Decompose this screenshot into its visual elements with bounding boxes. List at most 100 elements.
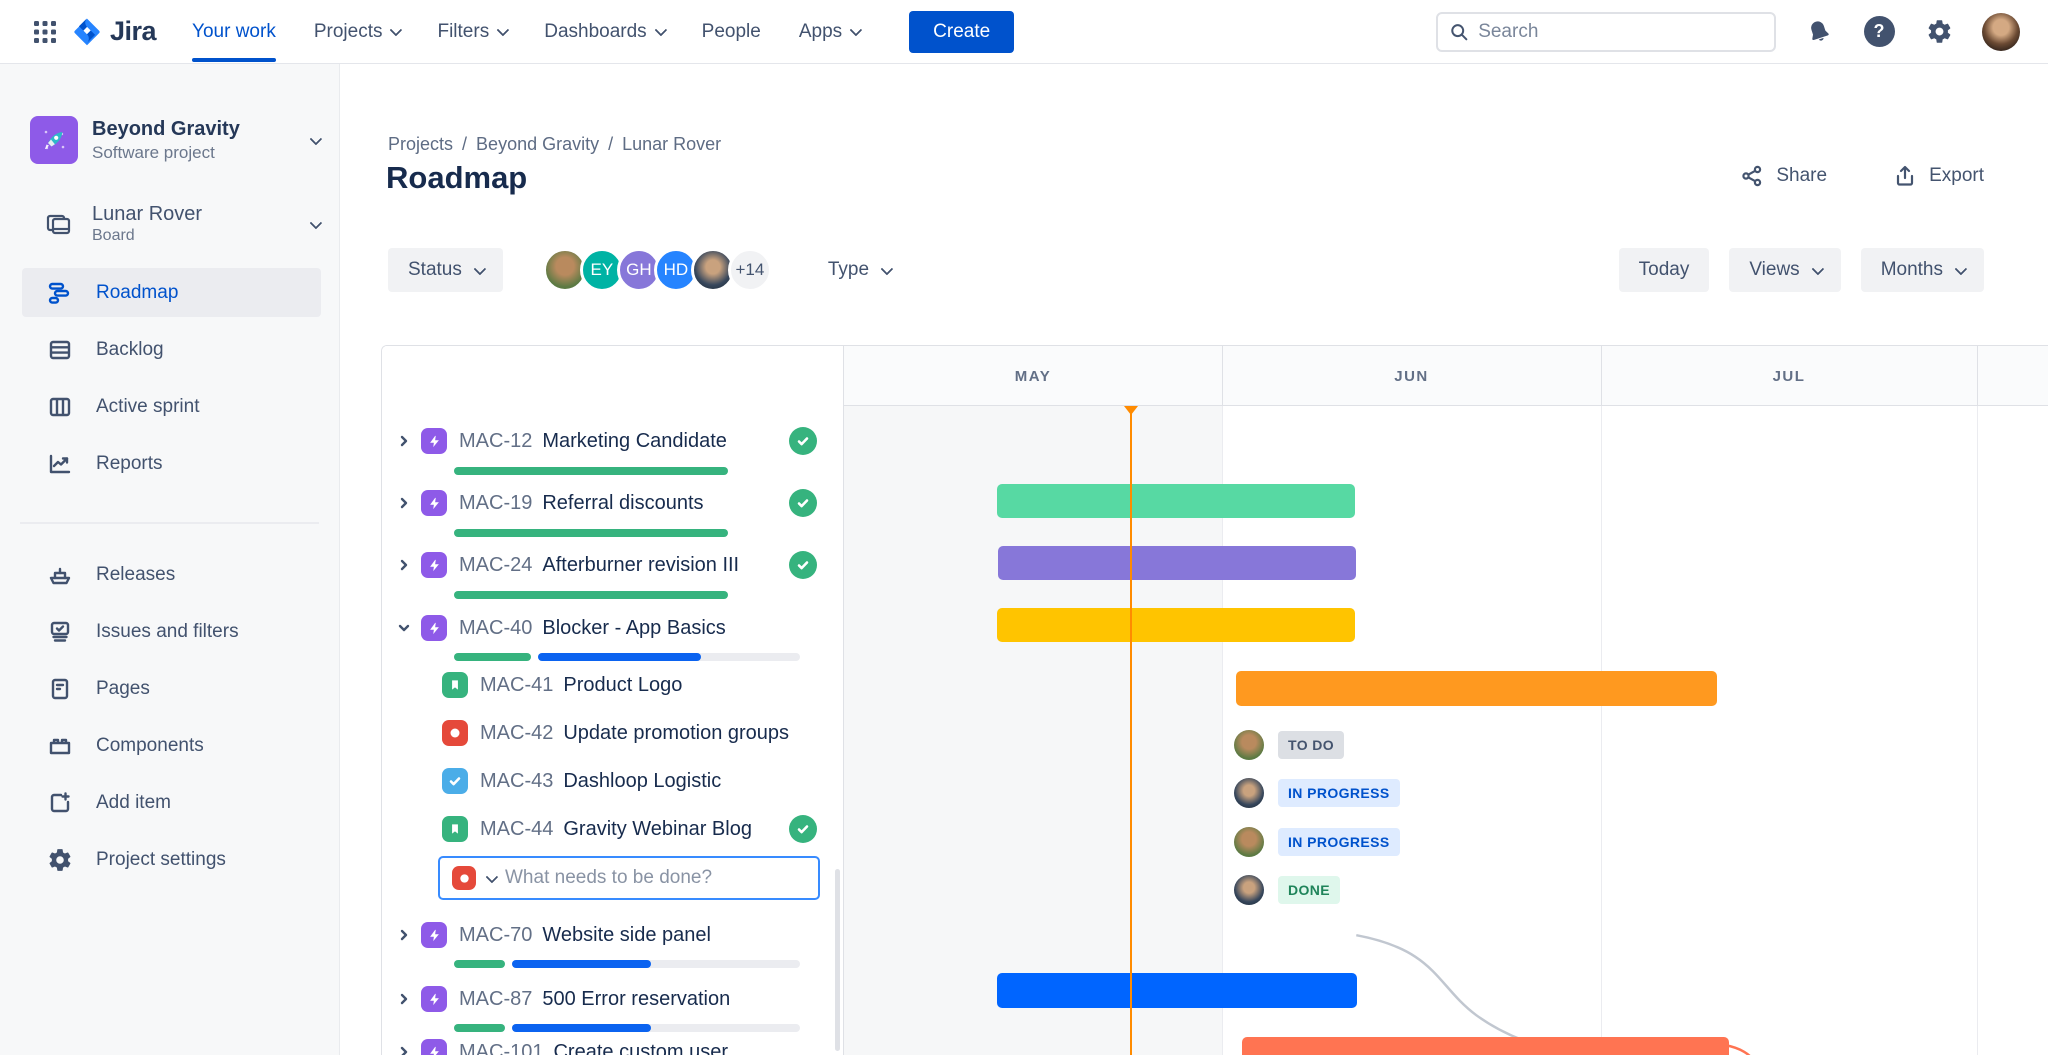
month-header-jul: JUL — [1772, 367, 1806, 385]
sidebar-item-components[interactable]: Components — [22, 721, 321, 770]
breadcrumb-project[interactable]: Beyond Gravity — [476, 134, 599, 155]
child-issue-row[interactable]: MAC-41 Product Logo — [382, 671, 843, 699]
jira-roadmap-app: Jira Your work Projects Filters Dashboar… — [0, 0, 2048, 1055]
board-type: Board — [92, 227, 135, 244]
brand-name: Jira — [110, 16, 157, 46]
epic-row[interactable]: MAC-12 Marketing Candidate — [382, 427, 843, 455]
board-name: Lunar Rover — [92, 203, 203, 225]
expand-chevron-right-icon[interactable] — [398, 435, 410, 447]
epic-progress-bar — [454, 467, 728, 475]
issue-title: Afterburner revision III — [542, 553, 740, 576]
sidebar-item-roadmap[interactable]: Roadmap — [22, 268, 321, 317]
issue-title: Product Logo — [563, 673, 683, 696]
sidebar-item-active-sprint[interactable]: Active sprint — [22, 382, 321, 431]
assignee-avatar[interactable] — [1234, 875, 1264, 905]
status-badge-done: DONE — [1278, 876, 1341, 904]
done-check-icon — [789, 489, 817, 517]
expand-chevron-right-icon[interactable] — [398, 993, 410, 1005]
expand-chevron-right-icon[interactable] — [398, 497, 410, 509]
settings-gear-icon[interactable] — [1922, 15, 1956, 49]
gantt-bar-mac-70[interactable] — [997, 973, 1357, 1008]
sidebar-item-pages[interactable]: Pages — [22, 664, 321, 713]
issues-filters-icon — [46, 619, 74, 645]
epic-row-expanded[interactable]: MAC-40 Blocker - App Basics — [382, 614, 843, 642]
sidebar-item-add-item[interactable]: Add item — [22, 778, 321, 827]
epic-progress-bar — [454, 1024, 800, 1032]
gantt-bar-mac-87[interactable] — [1242, 1037, 1729, 1055]
issue-key: MAC-24 — [459, 553, 533, 576]
epic-row[interactable]: MAC-24 Afterburner revision III — [382, 551, 843, 579]
nav-filters[interactable]: Filters — [437, 0, 510, 64]
global-search[interactable] — [1436, 11, 1776, 52]
epic-type-icon — [421, 986, 447, 1012]
status-filter-button[interactable]: Status — [388, 248, 503, 292]
done-check-icon — [789, 427, 817, 455]
issue-key: MAC-12 — [459, 429, 533, 452]
epic-row[interactable]: MAC-87 500 Error reservation — [382, 985, 843, 1013]
gantt-bar-mac-24[interactable] — [997, 608, 1355, 642]
sidebar-item-reports[interactable]: Reports — [22, 439, 321, 488]
expand-chevron-right-icon[interactable] — [398, 1046, 410, 1055]
sidebar-item-backlog[interactable]: Backlog — [22, 325, 321, 374]
child-issue-row[interactable]: MAC-43 Dashloop Logistic — [382, 767, 843, 795]
sidebar-item-project-settings[interactable]: Project settings — [22, 835, 321, 884]
nav-your-work[interactable]: Your work — [192, 0, 276, 64]
child-issue-row[interactable]: MAC-42 Update promotion groups — [382, 719, 843, 747]
gantt-bar-mac-40[interactable] — [1236, 671, 1717, 706]
create-issue-inline-form[interactable] — [438, 856, 820, 900]
sidebar-item-label: Releases — [96, 563, 176, 585]
issue-title: Create custom user — [553, 1040, 728, 1055]
panel-scrollbar[interactable] — [835, 869, 840, 1051]
breadcrumb-projects[interactable]: Projects — [388, 134, 453, 155]
type-filter-dropdown[interactable]: Type — [828, 259, 894, 281]
today-button[interactable]: Today — [1618, 248, 1710, 292]
assignee-avatar[interactable] — [1234, 827, 1264, 857]
issue-title: Update promotion groups — [563, 721, 790, 744]
epic-row[interactable]: MAC-19 Referral discounts — [382, 489, 843, 517]
child-issue-row[interactable]: MAC-44 Gravity Webinar Blog — [382, 815, 843, 843]
help-icon[interactable]: ? — [1862, 15, 1896, 49]
board-icon — [46, 214, 71, 235]
epic-row[interactable]: MAC-101 Create custom user — [382, 1038, 843, 1055]
breadcrumb-board[interactable]: Lunar Rover — [622, 134, 721, 155]
sidebar-item-releases[interactable]: Releases — [22, 550, 321, 599]
zoom-level-dropdown[interactable]: Months — [1860, 248, 1984, 292]
search-input[interactable] — [1478, 20, 1762, 43]
gantt-bar-mac-12[interactable] — [997, 484, 1355, 518]
jira-logo[interactable]: Jira — [72, 16, 157, 47]
topnav-left: Jira Your work Projects Filters Dashboar… — [28, 0, 1015, 64]
assignee-avatar[interactable] — [1234, 778, 1264, 808]
new-issue-input[interactable] — [505, 867, 806, 889]
create-button[interactable]: Create — [909, 10, 1015, 53]
avatar-overflow-count[interactable]: +14 — [727, 248, 772, 292]
issue-title: Dashloop Logistic — [563, 769, 722, 792]
task-type-icon — [442, 768, 468, 794]
nav-people[interactable]: People — [702, 0, 761, 64]
gantt-bar-mac-19[interactable] — [998, 546, 1356, 580]
board-switcher[interactable]: Lunar Rover Board — [0, 198, 339, 250]
roadmap-icon — [46, 280, 74, 306]
issue-type-chevron-down-icon[interactable] — [485, 870, 499, 883]
page-title: Roadmap — [386, 160, 528, 195]
user-avatar[interactable] — [1982, 12, 2020, 51]
primary-nav: Your work Projects Filters Dashboards Pe… — [192, 0, 863, 64]
assignee-avatar[interactable] — [1234, 730, 1264, 760]
export-button[interactable]: Export — [1893, 164, 1984, 188]
breadcrumb-separator: / — [462, 134, 468, 154]
nav-dashboards[interactable]: Dashboards — [544, 0, 667, 64]
sidebar-item-issues-filters[interactable]: Issues and filters — [22, 607, 321, 656]
epic-row[interactable]: MAC-70 Website side panel — [382, 921, 843, 949]
views-dropdown[interactable]: Views — [1729, 248, 1841, 292]
share-button[interactable]: Share — [1740, 164, 1827, 188]
app-switcher-icon[interactable] — [28, 15, 62, 49]
topnav-right: ? — [1436, 11, 2020, 52]
project-switcher[interactable]: Beyond Gravity Software project — [0, 114, 339, 166]
nav-projects[interactable]: Projects — [314, 0, 403, 64]
nav-apps[interactable]: Apps — [799, 0, 863, 64]
collapse-chevron-down-icon[interactable] — [398, 622, 410, 634]
done-check-icon — [789, 551, 817, 579]
expand-chevron-right-icon[interactable] — [398, 929, 410, 941]
notifications-bell-icon[interactable] — [1802, 15, 1836, 49]
expand-chevron-right-icon[interactable] — [398, 559, 410, 571]
issue-key: MAC-87 — [459, 987, 533, 1010]
